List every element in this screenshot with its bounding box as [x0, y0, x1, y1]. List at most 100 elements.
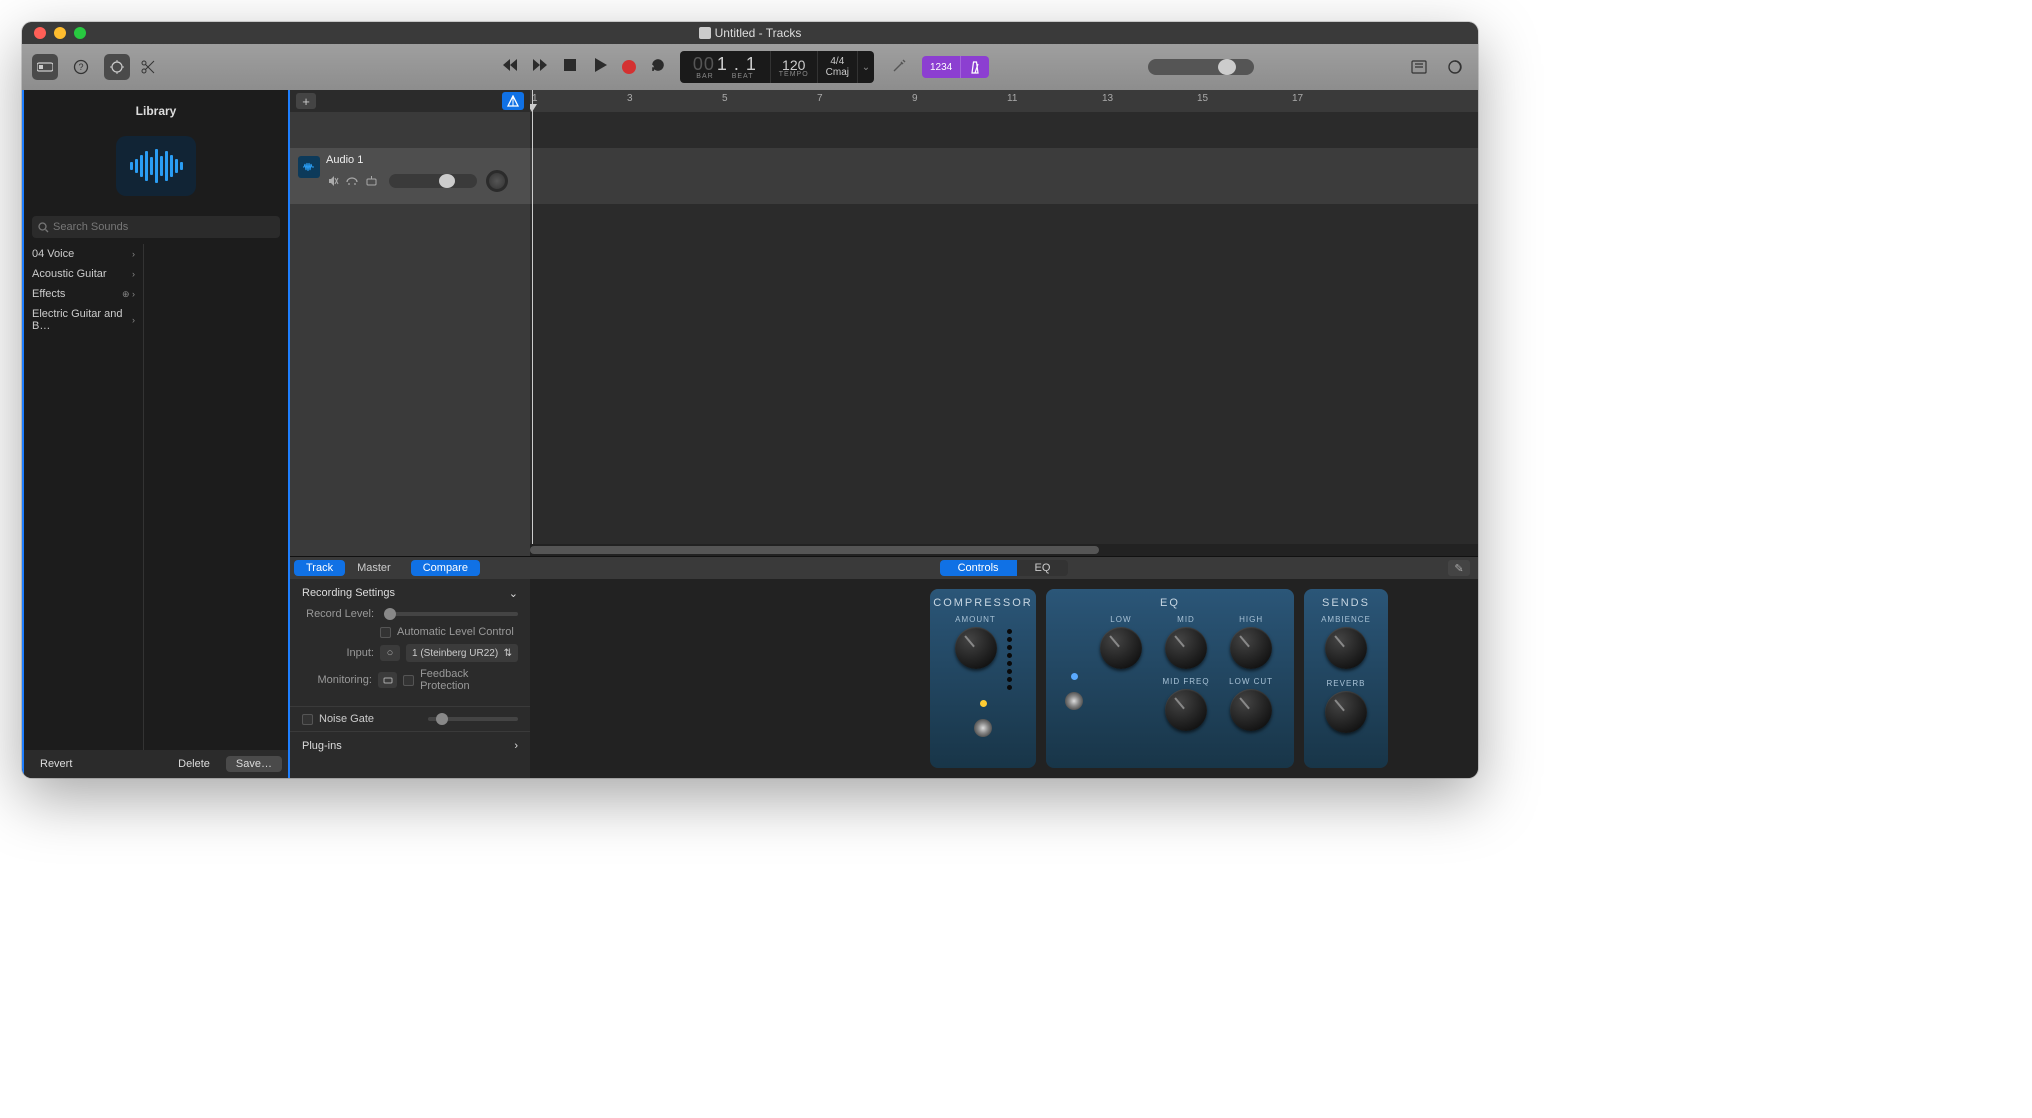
revert-button[interactable]: Revert	[30, 756, 82, 772]
loop-browser-button[interactable]	[1442, 54, 1468, 80]
category-acoustic-guitar[interactable]: Acoustic Guitar›	[24, 264, 143, 284]
arrange-area[interactable]: 1 3 5 7 9 11 13 15 17	[530, 90, 1478, 556]
delete-button[interactable]: Delete	[168, 756, 220, 772]
track-header[interactable]: Audio 1	[290, 148, 530, 204]
record-button[interactable]	[622, 60, 636, 74]
metronome-button[interactable]	[960, 56, 989, 78]
reverb-knob[interactable]	[1325, 691, 1367, 733]
tab-master[interactable]: Master	[345, 560, 403, 576]
cycle-button[interactable]	[650, 57, 666, 78]
volume-slider[interactable]	[389, 174, 477, 188]
plugins-header[interactable]: Plug-ins›	[302, 740, 518, 752]
recording-settings-header[interactable]: Recording Settings⌄	[302, 587, 518, 600]
track-name[interactable]: Audio 1	[326, 154, 522, 166]
eq-bypass[interactable]	[1065, 692, 1083, 710]
tuner-icon[interactable]	[892, 57, 908, 78]
scissors-icon[interactable]	[140, 54, 156, 80]
library-toggle-button[interactable]	[32, 54, 58, 80]
save-button[interactable]: Save…	[226, 756, 282, 772]
category-effects[interactable]: Effects⊕ ›	[24, 284, 143, 304]
eq-lowcut-knob[interactable]	[1230, 689, 1272, 731]
sends-title: SENDS	[1322, 597, 1370, 609]
smart-controls-panel: Track Master Compare Recording Settings⌄…	[290, 556, 1478, 778]
noise-gate-label: Noise Gate	[319, 713, 374, 725]
ruler-tick: 11	[1007, 93, 1017, 104]
notepad-button[interactable]	[1406, 54, 1432, 80]
sends-pedal: SENDS AMBIENCE REVERB	[1304, 589, 1388, 768]
inspector-column: Track Master Compare Recording Settings⌄…	[290, 557, 530, 778]
record-enable-button[interactable]	[364, 175, 378, 187]
mute-button[interactable]	[326, 175, 340, 187]
track-header-column: + Audio 1	[290, 90, 530, 556]
eq-pedal: EQ LOW MID HIGH	[1046, 589, 1294, 768]
pan-knob[interactable]	[486, 170, 508, 192]
stop-button[interactable]	[562, 57, 578, 78]
window-title: Untitled - Tracks	[715, 26, 802, 40]
chevron-right-icon: ›	[132, 249, 135, 259]
ruler-tick: 5	[722, 93, 728, 104]
pill-eq[interactable]: EQ	[1017, 560, 1069, 576]
input-monitor-button[interactable]	[345, 175, 359, 187]
compressor-meter	[1007, 629, 1012, 690]
smart-controls-button[interactable]	[104, 54, 130, 80]
ruler-tick: 15	[1197, 93, 1208, 104]
search-input[interactable]: Search Sounds	[32, 216, 280, 238]
noise-gate-slider[interactable]	[428, 717, 518, 721]
library-footer: Revert Delete Save…	[24, 750, 288, 778]
lcd-position: 1 . 1	[717, 54, 757, 75]
category-voice[interactable]: 04 Voice›	[24, 244, 143, 264]
compare-button[interactable]: Compare	[411, 560, 480, 576]
record-level-label: Record Level:	[302, 608, 374, 620]
eq-midfreq-knob[interactable]	[1165, 689, 1207, 731]
monitoring-button[interactable]	[378, 672, 397, 688]
audio-track-icon	[298, 156, 320, 178]
download-chevron-icon: ⊕ ›	[122, 289, 135, 300]
playhead[interactable]	[532, 90, 533, 556]
pill-controls[interactable]: Controls	[940, 560, 1017, 576]
eq-low-knob[interactable]	[1100, 627, 1142, 669]
amount-label: AMOUNT	[955, 615, 996, 624]
play-button[interactable]	[592, 57, 608, 78]
forward-button[interactable]	[532, 57, 548, 78]
ruler[interactable]: 1 3 5 7 9 11 13 15 17	[530, 90, 1478, 112]
rewind-button[interactable]	[502, 57, 518, 78]
auto-level-checkbox[interactable]	[380, 627, 391, 638]
lcd-tempo-label: TEMPO	[779, 71, 809, 78]
lcd-time-signature[interactable]: 4/4	[830, 56, 844, 67]
main-toolbar: ? 001 . 1 BARBEAT 120 TEMPO	[22, 44, 1478, 90]
feedback-checkbox[interactable]	[403, 675, 414, 686]
quick-help-button[interactable]: ?	[68, 54, 94, 80]
chevron-down-icon: ⌄	[509, 587, 518, 600]
category-electric-guitar[interactable]: Electric Guitar and B…›	[24, 304, 143, 336]
lcd-display[interactable]: 001 . 1 BARBEAT 120 TEMPO 4/4 Cmaj ⌄	[680, 51, 874, 83]
compressor-amount-knob[interactable]	[955, 627, 997, 669]
lcd-menu-button[interactable]: ⌄	[858, 62, 874, 73]
ambience-knob[interactable]	[1325, 627, 1367, 669]
updown-icon: ⇅	[504, 648, 512, 659]
input-format-button[interactable]: ○	[380, 645, 400, 661]
smart-controls-main: Controls EQ ✎ COMPRESSOR AMOUNT	[530, 557, 1478, 778]
record-level-slider[interactable]	[384, 612, 518, 616]
horizontal-scrollbar[interactable]	[530, 544, 1478, 556]
master-volume-slider[interactable]	[1148, 59, 1254, 75]
input-select[interactable]: 1 (Steinberg UR22)⇅	[406, 644, 518, 662]
noise-gate-checkbox[interactable]	[302, 714, 313, 725]
compressor-title: COMPRESSOR	[933, 597, 1032, 609]
eq-high-knob[interactable]	[1230, 627, 1272, 669]
eq-led	[1071, 673, 1078, 680]
catch-playhead-button[interactable]	[502, 92, 524, 110]
chevron-right-icon: ›	[132, 269, 135, 279]
inspector-toggle[interactable]: ✎	[1448, 560, 1470, 576]
count-in-button[interactable]: 1234	[922, 56, 960, 78]
lcd-bar-ghost: 00	[693, 54, 715, 75]
auto-level-label: Automatic Level Control	[397, 626, 514, 638]
track-lane[interactable]	[530, 148, 1478, 204]
input-label: Input:	[302, 647, 374, 659]
lcd-key[interactable]: Cmaj	[826, 67, 849, 78]
eq-mid-knob[interactable]	[1165, 627, 1207, 669]
tab-track[interactable]: Track	[294, 560, 345, 576]
transport-controls	[502, 57, 666, 78]
add-track-button[interactable]: +	[296, 93, 316, 109]
compressor-pedal: COMPRESSOR AMOUNT	[930, 589, 1036, 768]
compressor-bypass[interactable]	[974, 719, 992, 737]
